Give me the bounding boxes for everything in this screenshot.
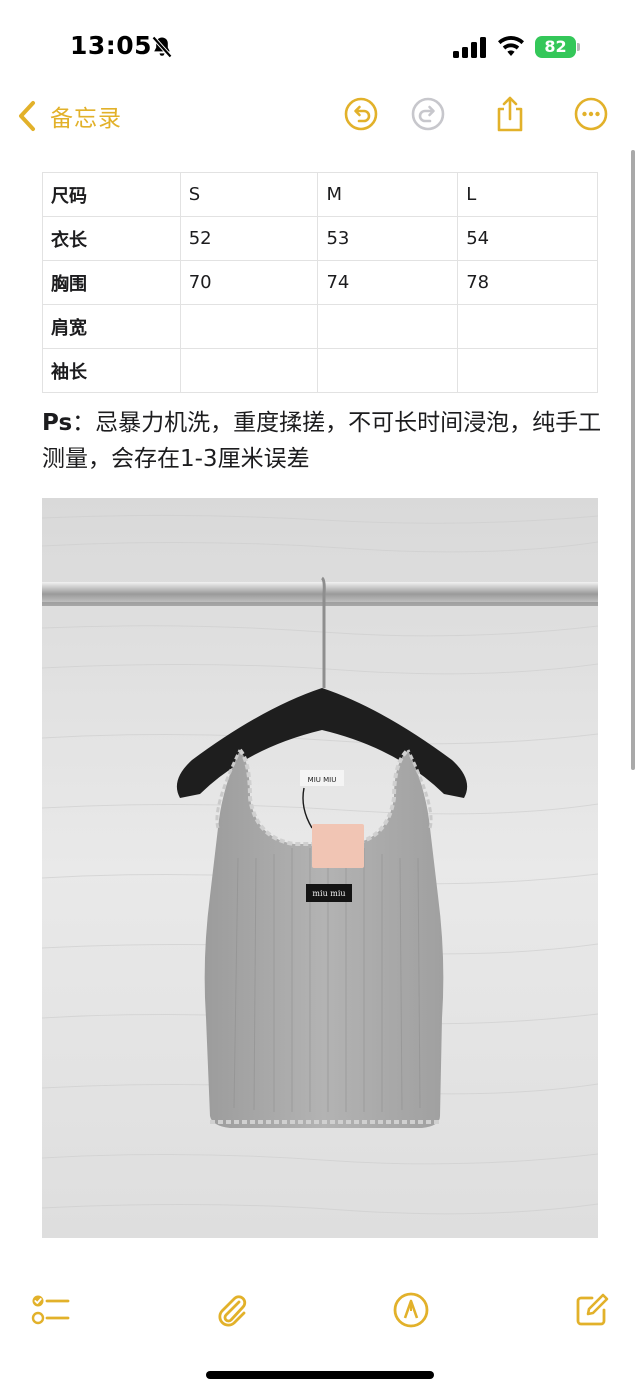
table-cell[interactable] bbox=[457, 304, 598, 349]
status-time: 13:05 bbox=[70, 31, 153, 60]
table-cell[interactable]: 胸围 bbox=[42, 260, 181, 305]
chevron-left-icon bbox=[19, 101, 35, 131]
bottom-toolbar bbox=[0, 1280, 640, 1340]
table-cell[interactable]: 74 bbox=[317, 260, 459, 305]
checklist-button[interactable] bbox=[30, 1290, 70, 1330]
table-cell[interactable] bbox=[317, 304, 459, 349]
table-cell[interactable] bbox=[317, 348, 459, 393]
table-cell[interactable]: 衣长 bbox=[42, 216, 181, 261]
compose-button[interactable] bbox=[572, 1290, 612, 1330]
battery-indicator: 82 bbox=[535, 36, 581, 58]
table-cell[interactable]: 78 bbox=[457, 260, 598, 305]
more-button[interactable] bbox=[573, 96, 609, 132]
back-label: 备忘录 bbox=[50, 106, 122, 132]
table-cell[interactable] bbox=[457, 348, 598, 393]
nav-bar: 备忘录 bbox=[0, 92, 640, 140]
table-row: 衣长 52 53 54 bbox=[42, 216, 598, 261]
table-cell[interactable] bbox=[179, 348, 319, 393]
chest-logo-text: miu miu bbox=[312, 889, 345, 898]
table-cell[interactable]: 尺码 bbox=[42, 172, 181, 217]
redo-button[interactable] bbox=[410, 96, 446, 132]
ps-label: Ps bbox=[42, 410, 73, 436]
table-cell[interactable]: 54 bbox=[457, 216, 598, 261]
table-cell[interactable]: 70 bbox=[179, 260, 319, 305]
battery-cap bbox=[577, 43, 580, 51]
attachment-button[interactable] bbox=[212, 1290, 252, 1330]
table-row: 胸围 70 74 78 bbox=[42, 260, 598, 305]
table-cell[interactable] bbox=[179, 304, 319, 349]
redo-icon bbox=[411, 97, 445, 131]
cellular-signal-icon bbox=[453, 37, 486, 58]
table-row: 肩宽 bbox=[42, 304, 598, 349]
table-cell[interactable]: 53 bbox=[317, 216, 459, 261]
tank-top-image: MIU MIU miu miu bbox=[42, 498, 598, 1238]
undo-button[interactable] bbox=[343, 96, 379, 132]
product-photo[interactable]: MIU MIU miu miu bbox=[42, 498, 598, 1238]
note-text[interactable]: Ps：忌暴力机洗，重度揉搓，不可长时间浸泡，纯手工测量，会存在1-3厘米误差 bbox=[42, 405, 602, 477]
markup-button[interactable] bbox=[391, 1290, 431, 1330]
hanger-tag-text: MIU MIU bbox=[308, 776, 337, 784]
size-table: 尺码 S M L 衣长 52 53 54 胸围 70 74 78 肩宽 袖长 bbox=[42, 172, 598, 393]
table-cell[interactable]: M bbox=[317, 172, 459, 217]
table-cell[interactable]: 肩宽 bbox=[42, 304, 181, 349]
wifi-icon bbox=[498, 36, 524, 56]
note-body: ：忌暴力机洗，重度揉搓，不可长时间浸泡，纯手工测量，会存在1-3厘米误差 bbox=[42, 410, 602, 472]
status-bar: 13:05 82 bbox=[0, 0, 640, 92]
table-row: 尺码 S M L bbox=[42, 172, 598, 217]
table-cell[interactable]: 袖长 bbox=[42, 348, 181, 393]
paperclip-icon bbox=[218, 1295, 247, 1327]
bell-slash-icon bbox=[152, 36, 172, 58]
compose-icon bbox=[576, 1293, 609, 1326]
table-row: 袖长 bbox=[42, 348, 598, 393]
table-cell[interactable]: L bbox=[457, 172, 598, 217]
share-button[interactable] bbox=[492, 96, 528, 132]
share-icon bbox=[497, 96, 523, 132]
back-button[interactable]: 备忘录 bbox=[16, 96, 122, 136]
undo-icon bbox=[344, 97, 378, 131]
home-indicator[interactable] bbox=[206, 1371, 434, 1379]
table-cell[interactable]: 52 bbox=[179, 216, 319, 261]
checklist-icon bbox=[31, 1295, 70, 1325]
more-icon bbox=[574, 97, 608, 131]
scrollbar[interactable] bbox=[631, 150, 635, 770]
battery-level: 82 bbox=[544, 37, 567, 56]
table-cell[interactable]: S bbox=[179, 172, 319, 217]
pen-tip-icon bbox=[393, 1292, 429, 1328]
